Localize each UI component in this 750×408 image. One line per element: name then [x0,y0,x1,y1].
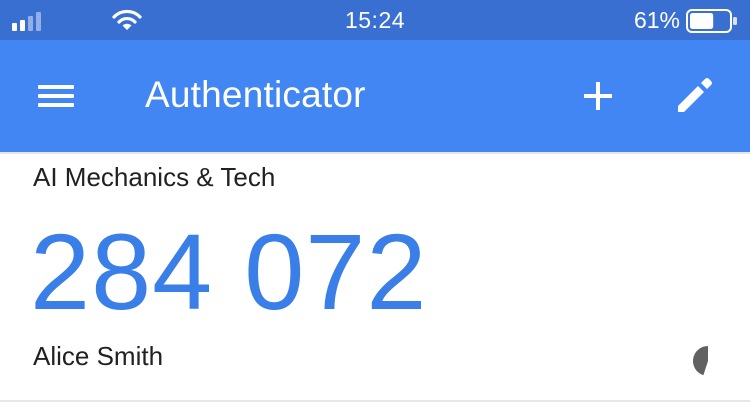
battery-percentage: 61% [633,7,680,33]
app-bar: Authenticator [0,40,750,152]
card-divider [0,400,750,402]
status-bar: 15:24 61% [0,0,750,40]
pencil-icon[interactable] [672,74,716,118]
account-issuer: AI Mechanics & Tech [33,162,276,192]
authenticator-screen: 15:24 61% Authenticator AI Mechanics & T… [0,0,750,408]
app-title: Authenticator [145,74,366,115]
plus-icon[interactable] [578,76,618,116]
countdown-pie-icon [692,346,708,376]
account-card[interactable]: AI Mechanics & Tech 284 072 Alice Smith [0,152,750,402]
battery-icon [686,9,737,33]
menu-icon[interactable] [30,76,78,116]
account-name: Alice Smith [33,341,164,371]
otp-code[interactable]: 284 072 [30,212,427,332]
